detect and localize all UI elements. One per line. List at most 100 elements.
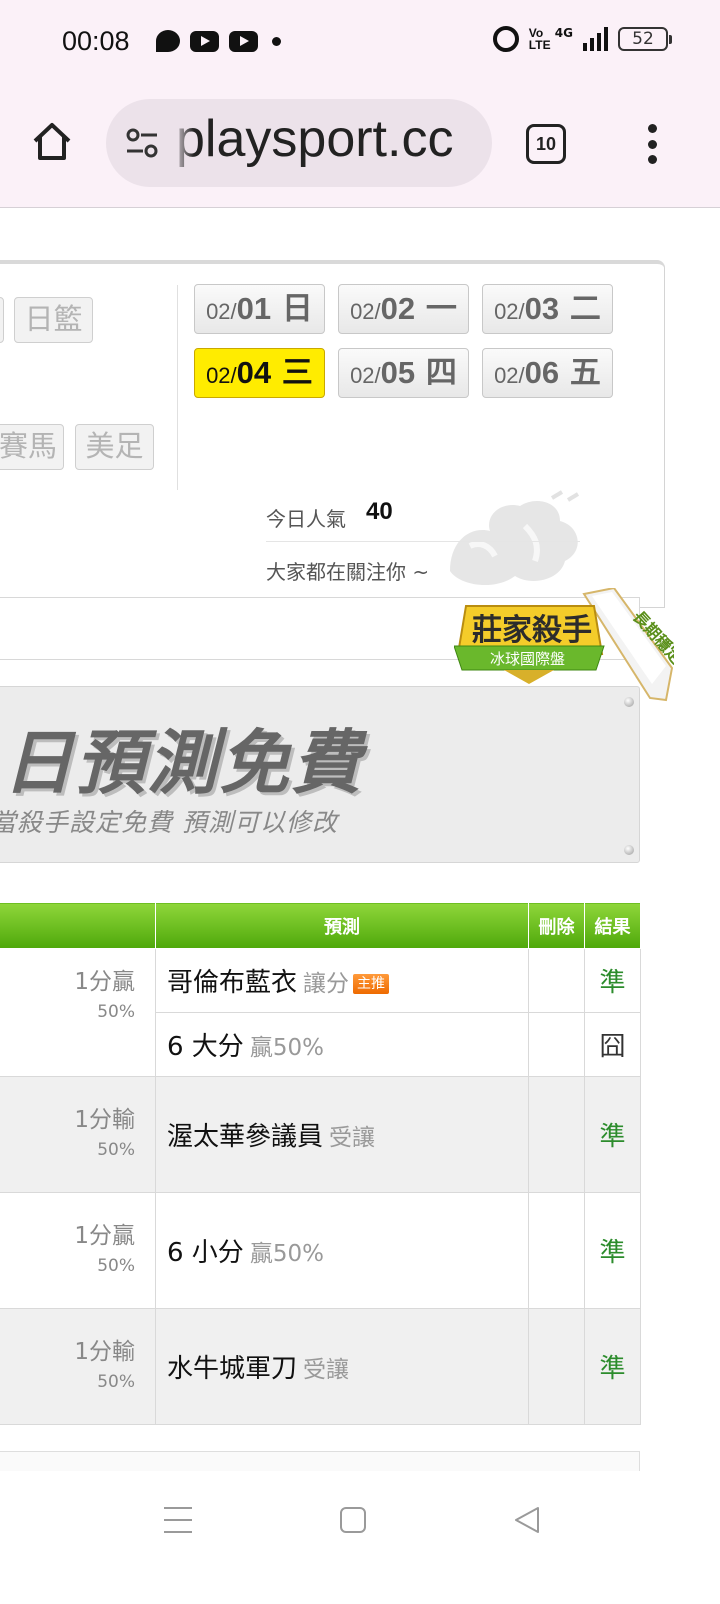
date-weekday: 四 bbox=[415, 355, 457, 391]
date-weekday: 五 bbox=[559, 355, 601, 391]
date-day: 06 bbox=[524, 355, 560, 390]
youtube-icon bbox=[190, 30, 219, 52]
record-percent: 50% bbox=[97, 1139, 135, 1160]
date-day: 04 bbox=[236, 355, 272, 390]
team-name: 6 小分 bbox=[167, 1238, 244, 1268]
date-weekday: 三 bbox=[271, 355, 313, 391]
popularity-label: 今日人氣 bbox=[266, 507, 346, 531]
popularity-value: 40 bbox=[366, 498, 393, 525]
prediction-cell: 哥倫布藍衣 讓分 主推 bbox=[155, 948, 529, 1013]
sport-button-jp-basketball[interactable]: 日籃 bbox=[14, 297, 93, 343]
result-cell: 準 bbox=[584, 1308, 641, 1425]
prediction-cell: 水牛城軍刀 受讓 bbox=[155, 1308, 529, 1425]
team-name: 6 大分 bbox=[167, 1032, 244, 1062]
system-icons: Vo LTE 4G 52 bbox=[492, 26, 672, 52]
more-notifications-icon bbox=[272, 36, 281, 46]
message-icon bbox=[156, 30, 180, 52]
delete-cell bbox=[528, 1192, 585, 1309]
prediction-cell: 渥太華參議員 受讓 bbox=[155, 1076, 529, 1193]
date-weekday: 日 bbox=[271, 291, 313, 327]
main-pick-badge: 主推 bbox=[353, 974, 390, 994]
team-name: 哥倫布藍衣 bbox=[167, 968, 298, 998]
rivet bbox=[624, 845, 634, 855]
date-month: 02/ bbox=[494, 299, 525, 324]
bet-type: 讓分 bbox=[303, 971, 350, 997]
delete-cell bbox=[528, 948, 585, 1013]
record-cell: 1分輸 50% bbox=[0, 1308, 156, 1425]
header-delete: 刪除 bbox=[528, 902, 585, 949]
bet-type: 贏50% bbox=[249, 1035, 324, 1061]
banner-title: 日預測免費 bbox=[3, 722, 363, 804]
free-prediction-banner: 日預測免費 當殺手設定免費 預測可以修改 bbox=[0, 686, 640, 863]
prediction-table: 預測 刪除 結果 1分贏 50% 哥倫布藍衣 讓分 主推 準 6 大分 贏50% 囧 bbox=[0, 902, 641, 1425]
sport-button-partial[interactable] bbox=[0, 297, 4, 343]
sport-button-horse-racing[interactable]: 賽馬 bbox=[0, 424, 64, 470]
team-name: 水牛城軍刀 bbox=[167, 1354, 298, 1384]
delete-cell bbox=[528, 1076, 585, 1193]
network-type: 4G bbox=[554, 26, 573, 40]
result-cell: 準 bbox=[584, 1076, 641, 1193]
url-text[interactable]: playsport.cc bbox=[176, 109, 453, 169]
record-text: 1分贏 bbox=[74, 969, 135, 995]
record-cell: 1分贏 50% bbox=[0, 948, 156, 1077]
back-triangle-icon[interactable] bbox=[512, 1505, 542, 1535]
status-time: 00:08 bbox=[62, 26, 130, 56]
rivet bbox=[624, 697, 634, 707]
date-weekday: 二 bbox=[559, 291, 601, 327]
delete-cell bbox=[528, 1012, 585, 1077]
bet-type: 受讓 bbox=[303, 1357, 350, 1383]
date-button[interactable]: 02/06 五 bbox=[482, 348, 613, 398]
record-text: 1分贏 bbox=[74, 1222, 135, 1249]
team-name: 渥太華參議員 bbox=[167, 1122, 324, 1152]
date-month: 02/ bbox=[206, 363, 237, 388]
browser-chrome: 00:08 Vo LTE 4G 52 playsport.cc 10 bbox=[0, 0, 720, 208]
prediction-cell: 6 小分 贏50% bbox=[155, 1192, 529, 1309]
result-cell: 準 bbox=[584, 1192, 641, 1309]
youtube-icon bbox=[229, 30, 258, 52]
date-button[interactable]: 02/03 二 bbox=[482, 284, 613, 334]
date-button[interactable]: 02/01 日 bbox=[194, 284, 325, 334]
overflow-menu-icon[interactable] bbox=[642, 124, 662, 164]
badge-title: 莊家殺手 bbox=[472, 613, 592, 648]
table-row: 1分贏 50% 哥倫布藍衣 讓分 主推 準 bbox=[0, 948, 641, 1077]
address-bar[interactable]: playsport.cc bbox=[106, 99, 492, 187]
url-fade bbox=[172, 99, 194, 187]
table-row: 1分輸 50% 水牛城軍刀 受讓 準 bbox=[0, 1308, 641, 1425]
header-record bbox=[0, 902, 156, 949]
date-button[interactable]: 02/05 四 bbox=[338, 348, 469, 398]
date-button[interactable]: 02/02 一 bbox=[338, 284, 469, 334]
table-row: 1分輸 50% 渥太華參議員 受讓 準 bbox=[0, 1076, 641, 1193]
panel-divider bbox=[177, 285, 178, 490]
home-square-icon[interactable] bbox=[340, 1507, 366, 1533]
date-month: 02/ bbox=[206, 299, 237, 324]
result-cell: 囧 bbox=[584, 1012, 641, 1077]
banner-subtitle: 當殺手設定免費 預測可以修改 bbox=[0, 808, 338, 837]
date-day: 02 bbox=[380, 291, 416, 326]
site-settings-icon[interactable] bbox=[124, 125, 160, 161]
home-icon[interactable] bbox=[30, 120, 74, 164]
record-text: 1分輸 bbox=[74, 1338, 135, 1365]
notification-icons bbox=[156, 30, 281, 52]
battery-icon: 52 bbox=[618, 27, 672, 51]
bet-type: 受讓 bbox=[329, 1125, 376, 1151]
table-row: 1分贏 50% 6 小分 贏50% 準 bbox=[0, 1192, 641, 1309]
record-cell: 1分贏 50% bbox=[0, 1192, 156, 1309]
delete-cell bbox=[528, 1308, 585, 1425]
table-header: 預測 刪除 結果 bbox=[0, 902, 641, 949]
date-button-selected[interactable]: 02/04 三 bbox=[194, 348, 325, 398]
record-percent: 50% bbox=[97, 1255, 135, 1276]
volte-icon: Vo LTE bbox=[528, 26, 551, 52]
record-percent: 50% bbox=[97, 1371, 135, 1392]
prediction-cell: 6 大分 贏50% bbox=[155, 1012, 529, 1077]
alarm-icon bbox=[492, 26, 519, 52]
header-result: 結果 bbox=[584, 902, 641, 949]
record-percent: 50% bbox=[97, 1002, 135, 1022]
date-month: 02/ bbox=[350, 299, 381, 324]
badge-subtitle: 冰球國際盤 bbox=[490, 650, 565, 668]
sport-button-us-football[interactable]: 美足 bbox=[75, 424, 154, 470]
tab-switcher-button[interactable]: 10 bbox=[526, 124, 566, 164]
header-prediction: 預測 bbox=[155, 902, 529, 949]
record-cell: 1分輸 50% bbox=[0, 1076, 156, 1193]
recent-apps-icon[interactable] bbox=[164, 1507, 192, 1533]
bet-type: 贏50% bbox=[249, 1241, 324, 1267]
